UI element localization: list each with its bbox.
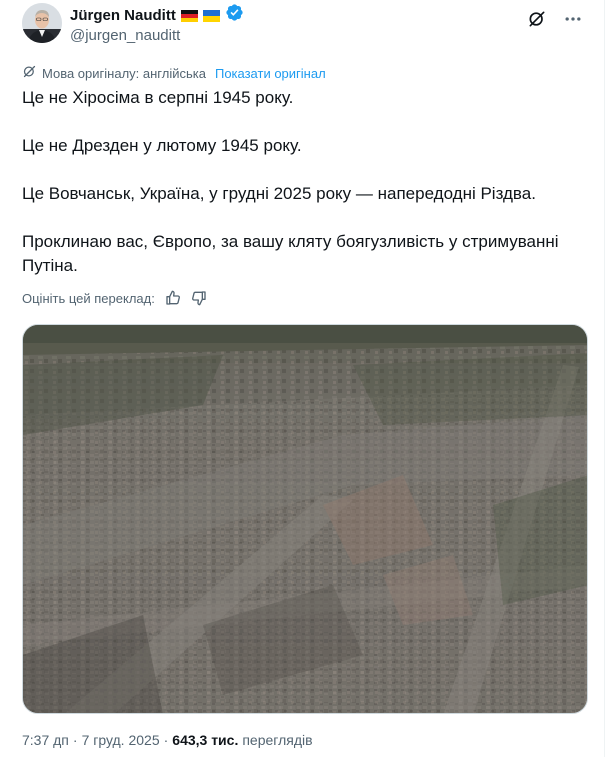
meta-separator: · — [163, 732, 169, 748]
translation-notice: Мова оригіналу: англійська Показати ориг… — [22, 64, 326, 82]
views-count: 643,3 тис. — [172, 732, 239, 748]
original-language-label: Мова оригіналу: англійська — [42, 65, 206, 81]
author-display-name[interactable]: Jürgen Nauditt — [70, 7, 176, 24]
author-name-row: Jürgen Nauditt — [70, 3, 244, 27]
tweet-text-line: Це не Дрезден у лютому 1945 року. — [22, 136, 302, 155]
grok-icon[interactable] — [526, 8, 548, 30]
tweet-text-line: Це Вовчанськ, Україна, у грудні 2025 рок… — [22, 184, 536, 203]
author-handle[interactable]: @jurgen_nauditt — [70, 27, 180, 44]
translate-icon — [22, 64, 37, 82]
tweet-date[interactable]: 7 груд. 2025 — [82, 732, 160, 748]
show-original-link[interactable]: Показати оригінал — [215, 66, 326, 81]
verified-badge-icon[interactable] — [225, 3, 244, 27]
more-options-icon[interactable] — [562, 8, 584, 30]
avatar[interactable] — [22, 3, 62, 43]
ukraine-flag-icon — [202, 9, 220, 22]
tweet-text-line: Проклинаю вас, Європо, за вашу кляту боя… — [22, 232, 559, 275]
tweet-photo[interactable] — [22, 324, 588, 714]
tweet-text-line: Це не Хіросіма в серпні 1945 року. — [22, 88, 294, 107]
tweet-actions-top — [526, 8, 584, 30]
rate-translation-label: Оцініть цей переклад: — [22, 290, 155, 306]
germany-flag-icon — [180, 9, 198, 22]
aerial-ruins-image — [23, 325, 587, 713]
views-label: переглядів — [242, 732, 313, 748]
tweet-time[interactable]: 7:37 дп — [22, 732, 69, 748]
thumbs-up-icon[interactable] — [165, 290, 181, 306]
tweet-meta: 7:37 дп · 7 груд. 2025 · 643,3 тис. пере… — [22, 732, 313, 748]
rate-translation: Оцініть цей переклад: — [22, 290, 207, 306]
tweet-text: Це не Хіросіма в серпні 1945 року. Це не… — [22, 86, 582, 302]
thumbs-down-icon[interactable] — [191, 290, 207, 306]
tweet-detail: Jürgen Nauditt @jurgen_nauditt Мова ориг… — [0, 0, 605, 757]
meta-separator: · — [72, 732, 78, 748]
